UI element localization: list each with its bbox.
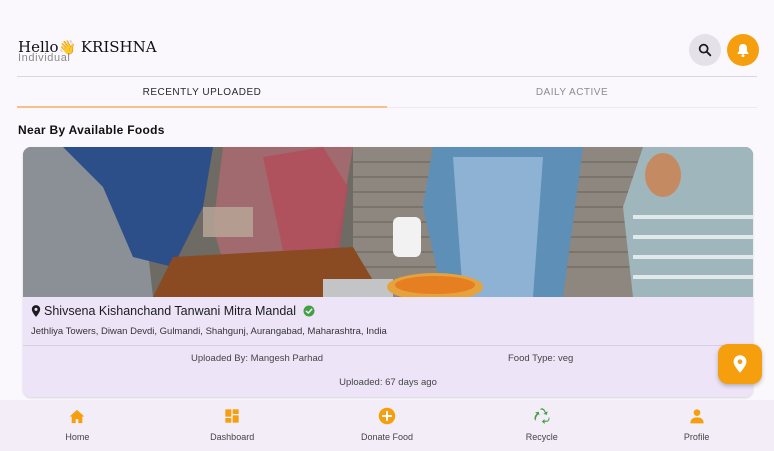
bottom-navigation: Home Dashboard Donate Food Recycle Profi… <box>0 400 774 451</box>
bell-icon <box>737 44 749 58</box>
nav-dashboard[interactable]: Dashboard <box>155 400 310 451</box>
tab-recently-uploaded[interactable]: RECENTLY UPLOADED <box>17 77 387 108</box>
section-title: Near By Available Foods <box>18 123 165 137</box>
nav-recycle[interactable]: Recycle <box>464 400 619 451</box>
food-card[interactable]: Shivsena Kishanchand Tanwani Mitra Manda… <box>23 147 753 397</box>
verified-check-icon <box>303 305 315 317</box>
user-role: Individual <box>18 52 71 64</box>
home-icon <box>68 407 86 425</box>
nav-profile-label: Profile <box>683 432 710 442</box>
notifications-button[interactable] <box>727 34 759 66</box>
nav-dashboard-label: Dashboard <box>210 432 255 442</box>
place-address: Jethliya Towers, Diwan Devdi, Gulmandi, … <box>31 326 387 337</box>
food-distribution-photo <box>23 147 753 297</box>
nav-home-label: Home <box>65 432 90 442</box>
nav-home[interactable]: Home <box>0 400 155 451</box>
location-pin-icon <box>733 355 747 373</box>
nav-donate-food[interactable]: Donate Food <box>310 400 465 451</box>
place-name: Shivsena Kishanchand Tanwani Mitra Manda… <box>44 304 297 318</box>
add-circle-icon <box>378 407 396 425</box>
dashboard-icon <box>223 407 241 425</box>
food-type: Food Type: veg <box>508 353 574 364</box>
search-button[interactable] <box>689 34 721 66</box>
app-header: Hello👋 KRISHNA Individual <box>0 0 774 76</box>
place-row: Shivsena Kishanchand Tanwani Mitra Manda… <box>31 304 315 318</box>
nav-donate-food-label: Donate Food <box>360 432 414 442</box>
search-icon <box>698 43 712 57</box>
tab-bar: RECENTLY UPLOADED DAILY ACTIVE <box>17 76 757 108</box>
card-divider <box>23 345 753 346</box>
location-pin-icon <box>31 305 41 317</box>
person-icon <box>688 407 706 425</box>
location-fab[interactable] <box>718 344 762 384</box>
nav-recycle-label: Recycle <box>525 432 558 442</box>
nav-profile[interactable]: Profile <box>619 400 774 451</box>
user-name: KRISHNA <box>80 38 157 56</box>
tab-daily-active[interactable]: DAILY ACTIVE <box>387 77 757 107</box>
uploaded-by: Uploaded By: Mangesh Parhad <box>191 353 324 364</box>
uploaded-age: Uploaded: 67 days ago <box>339 377 437 388</box>
recycle-icon <box>533 407 551 425</box>
